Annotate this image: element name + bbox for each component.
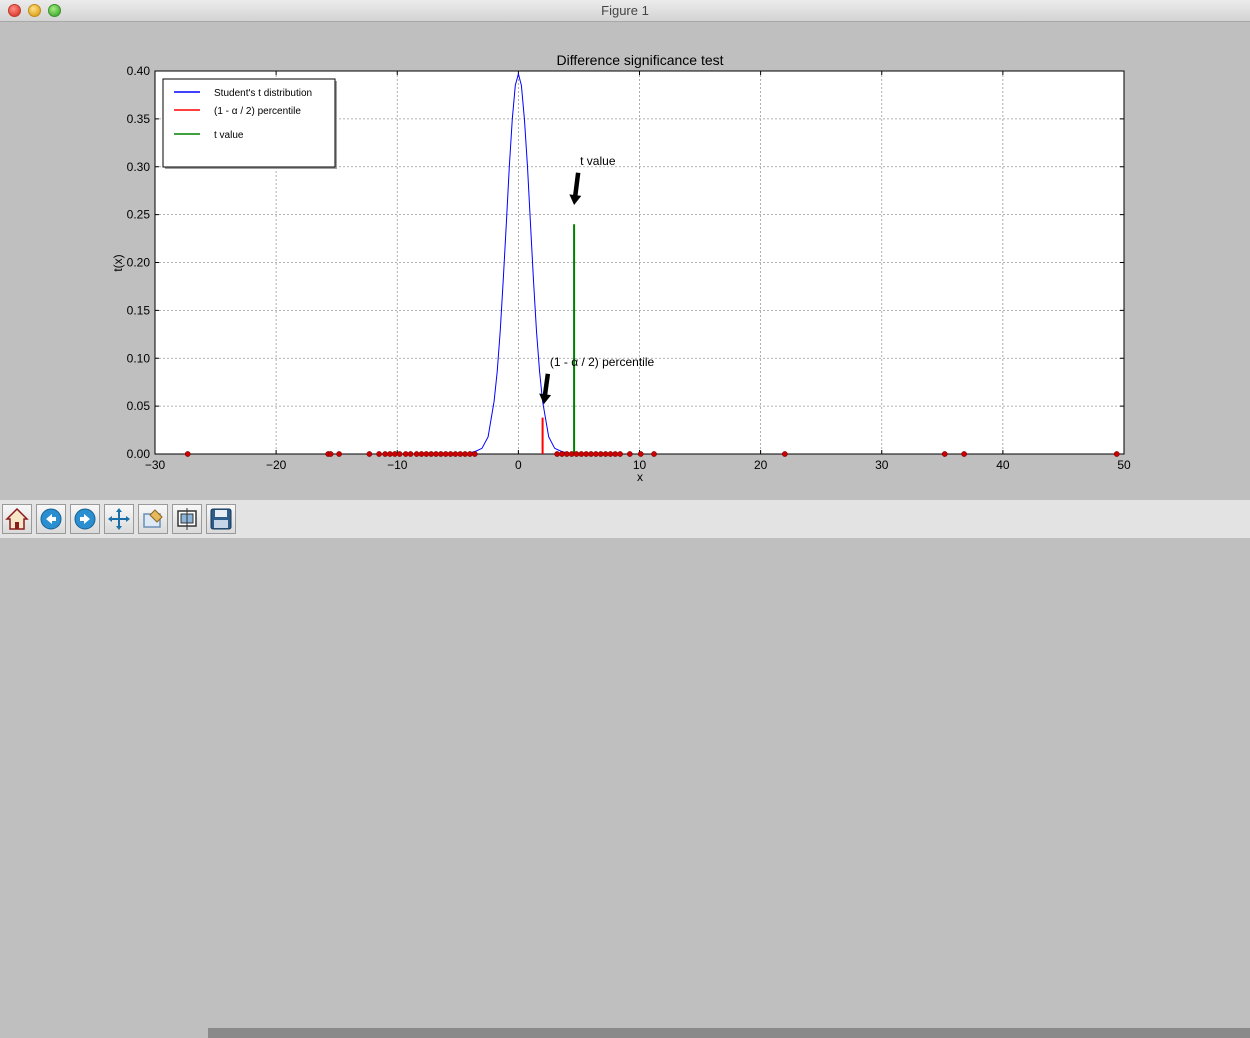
floppy-disk-icon bbox=[210, 508, 232, 530]
annotation-t-value-label: t value bbox=[580, 154, 616, 168]
sample-point bbox=[651, 451, 657, 457]
sample-point bbox=[782, 451, 788, 457]
sample-point bbox=[452, 451, 459, 457]
y-tick-label: 0.40 bbox=[127, 64, 151, 78]
back-arrow-icon bbox=[40, 508, 62, 530]
home-button[interactable] bbox=[2, 504, 32, 534]
sample-point bbox=[1113, 451, 1120, 457]
forward-button[interactable] bbox=[70, 504, 100, 534]
x-tick-label: 40 bbox=[996, 458, 1010, 472]
sample-point bbox=[573, 451, 580, 457]
sample-point bbox=[462, 451, 468, 457]
legend-label-percentile: (1 - α / 2) percentile bbox=[214, 106, 301, 117]
sample-point bbox=[471, 451, 478, 457]
y-tick-label: 0.10 bbox=[127, 351, 151, 365]
legend-label-t-value: t value bbox=[214, 130, 244, 141]
y-axis-label: t(x) bbox=[111, 254, 125, 271]
sample-point bbox=[336, 451, 342, 457]
sample-point bbox=[554, 451, 560, 457]
sample-point bbox=[327, 451, 334, 457]
sample-point bbox=[402, 451, 409, 457]
sample-point bbox=[607, 451, 614, 457]
x-axis-label: x bbox=[637, 470, 643, 484]
x-tick-label: −10 bbox=[387, 458, 408, 472]
sample-point bbox=[418, 451, 425, 457]
annotation-percentile-label: (1 - α / 2) percentile bbox=[550, 355, 655, 369]
sample-point bbox=[428, 451, 435, 457]
sample-point bbox=[588, 451, 594, 457]
sample-point bbox=[423, 451, 430, 457]
y-tick-label: 0.05 bbox=[127, 399, 151, 413]
pan-button[interactable] bbox=[104, 504, 134, 534]
sample-point bbox=[433, 451, 439, 457]
x-tick-label: 0 bbox=[515, 458, 522, 472]
sample-point bbox=[447, 451, 454, 457]
chart: −30 −20 −10 0 10 20 30 40 500.000.050.100.150.20… bbox=[111, 52, 1131, 484]
zoom-rect-icon bbox=[143, 509, 163, 528]
x-tick-label: 30 bbox=[875, 458, 889, 472]
sample-point bbox=[438, 451, 444, 457]
subplots-icon bbox=[177, 508, 197, 530]
chart-title: Difference significance test bbox=[556, 52, 723, 68]
back-button[interactable] bbox=[36, 504, 66, 534]
y-tick-label: 0.30 bbox=[127, 160, 151, 174]
sample-point bbox=[597, 451, 604, 457]
sample-point bbox=[563, 451, 570, 457]
sample-point bbox=[568, 451, 575, 457]
legend: Student's t distribution (1 - α / 2) per… bbox=[162, 78, 337, 169]
sample-point bbox=[376, 451, 382, 457]
sample-point bbox=[602, 451, 609, 457]
sample-point bbox=[387, 451, 393, 457]
x-tick-label: −20 bbox=[266, 458, 287, 472]
sample-point bbox=[637, 451, 644, 457]
sample-point bbox=[617, 451, 623, 457]
home-icon bbox=[5, 507, 29, 530]
sample-point bbox=[457, 451, 464, 457]
pan-arrows-icon bbox=[108, 508, 130, 530]
y-tick-label: 0.15 bbox=[127, 303, 151, 317]
sample-point bbox=[626, 451, 633, 457]
zoom-button[interactable] bbox=[138, 504, 168, 534]
sample-point bbox=[941, 451, 948, 457]
matplotlib-toolbar bbox=[0, 500, 1250, 1038]
sample-point bbox=[467, 451, 473, 457]
sample-point bbox=[382, 451, 388, 457]
subplots-button[interactable] bbox=[172, 504, 202, 534]
y-tick-label: 0.35 bbox=[127, 112, 151, 126]
sample-point bbox=[366, 451, 373, 457]
sample-point bbox=[184, 451, 191, 457]
save-button[interactable] bbox=[206, 504, 236, 534]
figure-canvas[interactable]: −30 −20 −10 0 10 20 30 40 50 0.00 0.05 0.10 0.15 0.20… bbox=[0, 22, 1250, 500]
y-tick-label: 0.20 bbox=[127, 256, 151, 270]
y-tick-label: 0.25 bbox=[127, 208, 151, 222]
annotation-arrow-shaft bbox=[572, 172, 581, 198]
status-bar bbox=[208, 1028, 1250, 1038]
x-tick-label: 50 bbox=[1117, 458, 1131, 472]
sample-point bbox=[559, 451, 565, 457]
forward-arrow-icon bbox=[74, 508, 96, 530]
sample-point bbox=[396, 451, 403, 457]
y-tick-label: 0.00 bbox=[127, 447, 151, 461]
window-titlebar: Figure 1 bbox=[0, 0, 1250, 22]
window-title: Figure 1 bbox=[601, 3, 649, 18]
sample-point bbox=[578, 451, 585, 457]
sample-point bbox=[612, 451, 619, 457]
sample-point bbox=[961, 451, 967, 457]
sample-point bbox=[391, 451, 398, 457]
sample-point bbox=[583, 451, 590, 457]
legend-label-t-distribution: Student's t distribution bbox=[214, 88, 312, 99]
sample-point bbox=[407, 451, 414, 457]
sample-point bbox=[442, 451, 449, 457]
sample-point bbox=[593, 451, 599, 457]
annotation-arrow-shaft bbox=[542, 373, 551, 397]
x-tick-label: 20 bbox=[754, 458, 768, 472]
sample-point bbox=[413, 451, 420, 457]
